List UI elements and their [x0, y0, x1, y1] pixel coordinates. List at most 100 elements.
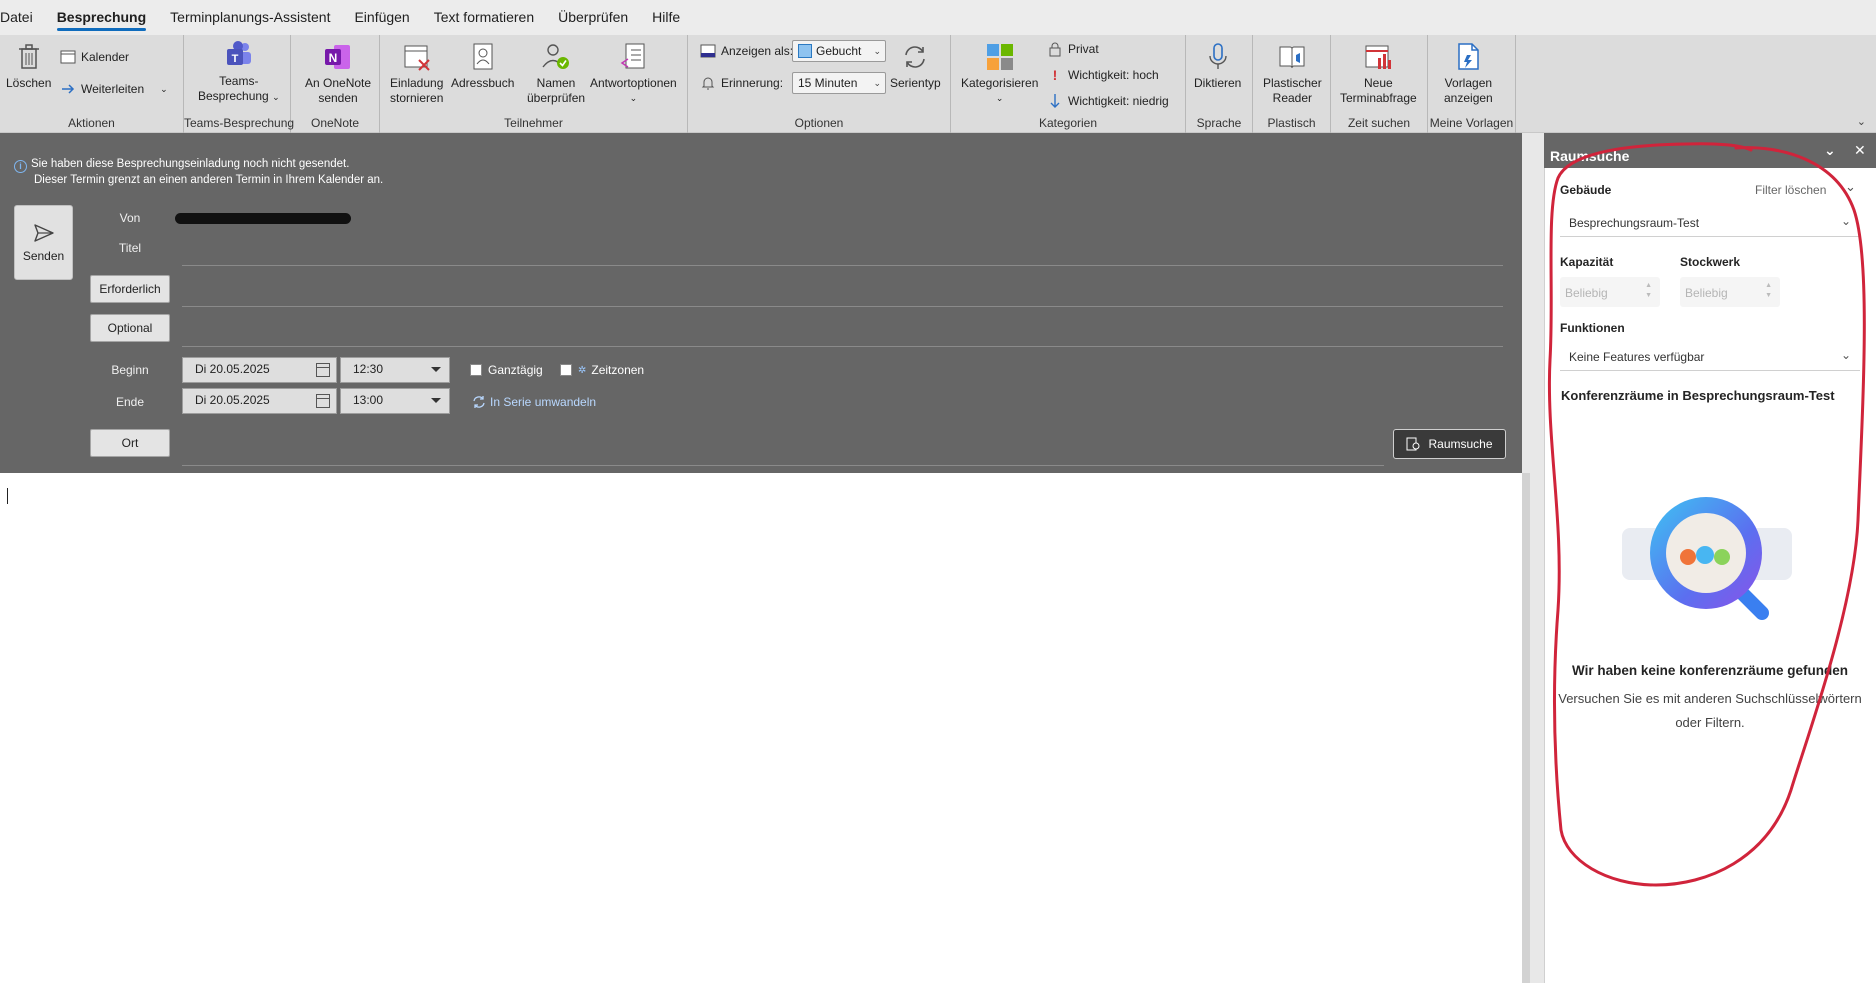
- reminder-dropdown[interactable]: 15 Minuten ⌄: [792, 72, 886, 94]
- check-names-icon: [542, 44, 570, 69]
- menu-datei[interactable]: Datei: [0, 0, 45, 35]
- end-time-value: 13:00: [353, 393, 384, 407]
- group-meine-vorlagen: Vorlagen anzeigen Meine Vorlagen: [1428, 35, 1516, 133]
- view-templates-button[interactable]: Vorlagen anzeigen: [1444, 41, 1493, 106]
- group-label-sprache: Sprache: [1196, 116, 1242, 130]
- cancel-invitation-label-2: stornieren: [390, 91, 444, 105]
- delete-button[interactable]: Löschen: [6, 41, 51, 91]
- dictate-label: Diktieren: [1194, 76, 1242, 90]
- recurrence-button[interactable]: Serientyp: [890, 41, 941, 91]
- immersive-reader-button[interactable]: Plastischer Reader: [1263, 41, 1322, 106]
- title-label: Titel: [118, 241, 142, 255]
- reminder-label: Erinnerung:: [721, 76, 784, 90]
- forward-arrow-icon: [62, 84, 75, 94]
- show-as-dropdown[interactable]: Gebucht ⌄: [792, 40, 886, 62]
- required-attendees-button[interactable]: Erforderlich: [90, 275, 170, 303]
- chevron-down-icon[interactable]: ⌄: [160, 84, 168, 95]
- start-time-value: 12:30: [353, 362, 384, 376]
- importance-high-label: Wichtigkeit: hoch: [1068, 68, 1159, 82]
- room-finder-label: Raumsuche: [1428, 437, 1493, 451]
- required-attendees-input[interactable]: [182, 306, 1503, 307]
- new-poll-label-1: Neue: [1364, 76, 1393, 90]
- address-book-button[interactable]: Adressbuch: [451, 41, 514, 91]
- outlook-meeting-window: Datei Besprechung Terminplanungs-Assiste…: [0, 0, 1876, 983]
- menu-ueberpruefen[interactable]: Überprüfen: [546, 0, 640, 35]
- group-label-plastisch: Plastisch: [1267, 116, 1316, 130]
- menu-terminplanungs-assistent[interactable]: Terminplanungs-Assistent: [158, 0, 342, 35]
- check-names-button[interactable]: Namen überprüfen: [527, 41, 585, 106]
- optional-attendees-button[interactable]: Optional: [90, 314, 170, 342]
- checkbox-box: [560, 364, 572, 376]
- group-label-meine-vorlagen: Meine Vorlagen: [1429, 116, 1514, 130]
- check-names-label-2: überprüfen: [527, 91, 586, 105]
- down-arrow-icon: [1050, 94, 1060, 108]
- categorize-button[interactable]: Kategorisieren ⌄: [961, 41, 1038, 106]
- group-optionen: Anzeigen als: Gebucht ⌄ Erinnerung: 15 M…: [688, 35, 951, 133]
- make-recurring-link[interactable]: In Serie umwandeln: [472, 395, 596, 409]
- menu-besprechung[interactable]: Besprechung: [45, 0, 158, 35]
- all-day-checkbox[interactable]: Ganztägig: [470, 363, 543, 377]
- teams-meeting-button[interactable]: T Teams- Besprechung ⌄: [198, 39, 280, 105]
- chevron-down-icon: ⌄: [995, 93, 1004, 103]
- new-poll-button[interactable]: Neue Terminabfrage: [1340, 41, 1417, 106]
- start-date-value: Di 20.05.2025: [195, 362, 270, 376]
- end-date-picker[interactable]: Di 20.05.2025: [182, 388, 337, 414]
- categorize-icon: [986, 44, 1013, 70]
- bell-icon: [701, 77, 715, 90]
- send-to-onenote-button[interactable]: N An OneNote senden: [305, 41, 371, 106]
- menu-text-formatieren[interactable]: Text formatieren: [422, 0, 546, 35]
- cancel-invitation-button[interactable]: Einladung stornieren: [390, 41, 443, 106]
- info-line-2: Dieser Termin grenzt an einen anderen Te…: [34, 174, 384, 186]
- send-icon: [33, 223, 54, 242]
- view-templates-label-1: Vorlagen: [1444, 76, 1493, 90]
- room-finder-button[interactable]: Raumsuche: [1393, 429, 1506, 459]
- calendar-icon: [60, 50, 76, 64]
- text-caret: [7, 488, 8, 504]
- start-date-picker[interactable]: Di 20.05.2025: [182, 357, 337, 383]
- view-templates-label-2: anzeigen: [1444, 91, 1493, 105]
- chevron-down-icon: ⌄: [873, 77, 881, 88]
- onenote-icon: N: [325, 45, 351, 69]
- chevron-down-icon: ⌄: [873, 45, 881, 56]
- meeting-form: i Sie haben diese Besprechungseinladung n…: [0, 133, 1530, 473]
- menu-hilfe[interactable]: Hilfe: [640, 0, 692, 35]
- menu-einfuegen[interactable]: Einfügen: [342, 0, 421, 35]
- checkbox-box: [470, 364, 482, 376]
- start-time-dropdown[interactable]: 12:30: [340, 357, 450, 383]
- check-names-label-1: Namen: [536, 76, 576, 90]
- body-scrollbar[interactable]: [1522, 473, 1530, 983]
- location-input[interactable]: [182, 465, 1384, 466]
- message-body-editor[interactable]: [0, 473, 1522, 983]
- title-input[interactable]: [182, 265, 1503, 266]
- teams-label-2: Besprechung ⌄: [198, 89, 280, 105]
- address-book-icon: [473, 43, 493, 70]
- calendar-button[interactable]: Kalender: [60, 49, 129, 65]
- private-button[interactable]: Privat: [1047, 41, 1099, 57]
- recurrence-icon: [473, 396, 485, 408]
- all-day-label: Ganztägig: [488, 363, 543, 377]
- group-label-teilnehmer: Teilnehmer: [504, 116, 563, 130]
- forward-button[interactable]: Weiterleiten ⌄: [60, 81, 168, 97]
- importance-high-button[interactable]: ! Wichtigkeit: hoch: [1047, 67, 1159, 83]
- time-zones-checkbox[interactable]: ✲ Zeitzonen: [560, 363, 644, 377]
- end-time-dropdown[interactable]: 13:00: [340, 388, 450, 414]
- group-label-aktionen: Aktionen: [68, 116, 115, 130]
- response-options-button[interactable]: Antwortoptionen ⌄: [590, 41, 677, 106]
- group-zeit-suchen: Neue Terminabfrage Zeit suchen: [1331, 35, 1428, 133]
- group-plastisch: Plastischer Reader Plastisch: [1253, 35, 1331, 133]
- response-options-icon: [621, 43, 645, 69]
- location-button[interactable]: Ort: [90, 429, 170, 457]
- exclamation-icon: !: [1052, 67, 1058, 83]
- optional-attendees-input[interactable]: [182, 346, 1503, 347]
- importance-low-button[interactable]: Wichtigkeit: niedrig: [1047, 93, 1169, 109]
- private-label: Privat: [1068, 42, 1099, 56]
- group-sprache: Diktieren Sprache: [1186, 35, 1253, 133]
- dictate-button[interactable]: Diktieren: [1194, 41, 1241, 91]
- chevron-down-icon: ⌄: [272, 92, 280, 102]
- send-button[interactable]: Senden: [14, 205, 73, 280]
- group-label-teams: Teams-Besprechung: [184, 116, 295, 130]
- info-text-1: Sie haben diese Besprechungseinladung no…: [31, 158, 350, 170]
- room-finder-icon: [1406, 437, 1420, 451]
- ribbon: Löschen Kalender Weiterleiten ⌄ Aktionen…: [0, 35, 1876, 133]
- collapse-ribbon-chevron-icon[interactable]: ⌄: [1857, 115, 1866, 128]
